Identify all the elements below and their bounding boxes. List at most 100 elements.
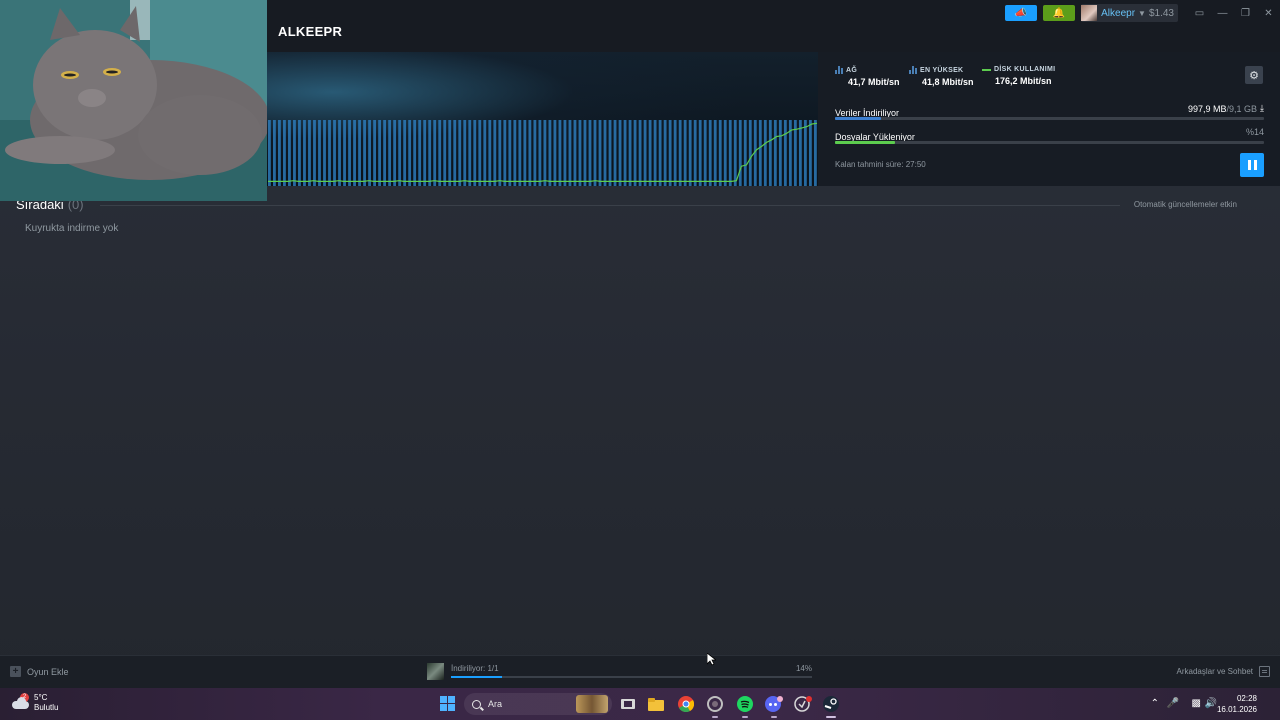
network-bar [433, 120, 437, 186]
downloaded-size: 997,9 MB [1187, 103, 1227, 114]
app-button-2[interactable] [794, 695, 812, 713]
taskbar-search[interactable]: Ara [464, 693, 612, 715]
installing-percent: %14 [1245, 127, 1264, 137]
network-bar [683, 120, 687, 186]
download-progress-fill [835, 117, 881, 120]
download-status-text: İndiriliyor: 1/1 [451, 664, 499, 673]
network-bar [678, 120, 682, 186]
app-button[interactable] [706, 695, 724, 718]
network-bar [408, 120, 412, 186]
running-indicator [742, 716, 748, 718]
start-button[interactable] [440, 696, 455, 711]
network-bar [758, 120, 762, 186]
stat-network-label: AĞ [846, 66, 858, 74]
big-picture-button[interactable]: ▭ [1188, 4, 1211, 22]
download-progress-row: Veriler İndiriliyor 997,9 MB/9,1 GB ⤓ [835, 103, 1264, 121]
network-bar [298, 120, 301, 186]
spotify-button[interactable] [736, 695, 754, 718]
network-bar [508, 120, 512, 186]
network-bar [648, 120, 652, 186]
network-bar [528, 120, 532, 186]
download-status-percent: 14% [795, 664, 812, 673]
speaker-icon[interactable]: 🔊 [1205, 698, 1217, 709]
line-legend-icon [982, 68, 991, 71]
search-icon [472, 699, 481, 709]
account-menu[interactable]: Alkeepr ▼ $1.43 [1081, 4, 1178, 22]
network-bar [623, 120, 627, 186]
search-placeholder: Ara [488, 699, 503, 709]
close-button[interactable]: ✕ [1257, 4, 1280, 22]
stat-disk: DİSK KULLANIMI 176,2 Mbit/sn [982, 66, 1055, 86]
system-clock[interactable]: 02:28 16.01.2026 [1217, 693, 1257, 715]
friends-chat-button[interactable]: Arkadaşlar ve Sohbet [1177, 666, 1270, 677]
network-bar [658, 120, 662, 186]
network-bar [778, 120, 782, 186]
network-bar [348, 120, 351, 186]
add-game-button[interactable]: + Oyun Ekle [10, 666, 69, 677]
search-highlight-image [576, 695, 608, 713]
network-bar [343, 120, 346, 186]
network-bar [643, 120, 647, 186]
network-bar [618, 120, 622, 186]
stat-network-value: 41,7 Mbit/sn [848, 77, 900, 87]
network-bar [293, 120, 296, 186]
network-bar [368, 120, 371, 186]
wallet-balance: $1.43 [1148, 7, 1174, 19]
task-view-icon [621, 699, 635, 709]
app-icon [794, 696, 812, 712]
network-usage-chart [268, 120, 818, 186]
microphone-icon[interactable]: 🎤 [1167, 698, 1179, 709]
chevron-up-icon[interactable]: ⌃ [1151, 698, 1159, 709]
network-bar [743, 120, 747, 186]
notifications-button[interactable]: 🔔 [1043, 5, 1076, 21]
download-status-bar [451, 676, 812, 678]
network-bar [393, 120, 397, 186]
install-progress-fill [835, 141, 896, 144]
network-bar [638, 120, 642, 186]
network-bar [443, 120, 447, 186]
network-bar [323, 120, 326, 186]
add-game-label: Oyun Ekle [27, 666, 69, 677]
network-bar [713, 120, 717, 186]
download-status-fill [451, 676, 502, 678]
network-bar [538, 120, 542, 186]
network-bar [448, 120, 452, 186]
network-bar [388, 120, 392, 186]
weather-badge: 2 [20, 693, 29, 702]
network-bar [803, 120, 807, 186]
install-progress-row: Dosyalar Yükleniyor %14 [835, 127, 1264, 145]
network-bar [398, 120, 402, 186]
network-bar [583, 120, 587, 186]
gear-icon: ⚙ [1249, 69, 1259, 82]
network-bar [453, 120, 457, 186]
network-bar [668, 120, 672, 186]
file-explorer-button[interactable] [647, 695, 665, 713]
network-bar [513, 120, 517, 186]
network-bar [553, 120, 557, 186]
announcements-button[interactable]: 📣 [1005, 5, 1038, 21]
network-bar [478, 120, 482, 186]
restore-button[interactable]: ❐ [1234, 4, 1257, 22]
minimize-button[interactable]: — [1211, 4, 1234, 22]
network-bar [703, 120, 707, 186]
discord-icon [765, 696, 783, 712]
steam-button[interactable] [822, 695, 840, 718]
auto-updates-status[interactable]: Otomatik güncellemeler etkin [1134, 200, 1237, 209]
cloud-icon: 2 [12, 693, 29, 709]
network-bar [773, 120, 777, 186]
network-icon[interactable]: ▩ [1192, 698, 1201, 709]
weather-widget[interactable]: 2 5°C Bulutlu [12, 693, 58, 713]
chrome-button[interactable] [677, 695, 695, 713]
page-title: ALKEEPR [278, 24, 343, 39]
network-bar [428, 120, 432, 186]
network-bar [353, 120, 356, 186]
pause-button[interactable] [1240, 153, 1264, 177]
stat-disk-value: 176,2 Mbit/sn [995, 76, 1052, 86]
network-bar [718, 120, 722, 186]
network-bar [663, 120, 667, 186]
network-bar [558, 120, 562, 186]
download-settings-button[interactable]: ⚙ [1245, 66, 1263, 84]
task-view-button[interactable] [619, 695, 637, 713]
discord-button[interactable] [765, 695, 783, 718]
download-status-widget[interactable]: İndiriliyor: 1/1 14% [427, 663, 812, 683]
